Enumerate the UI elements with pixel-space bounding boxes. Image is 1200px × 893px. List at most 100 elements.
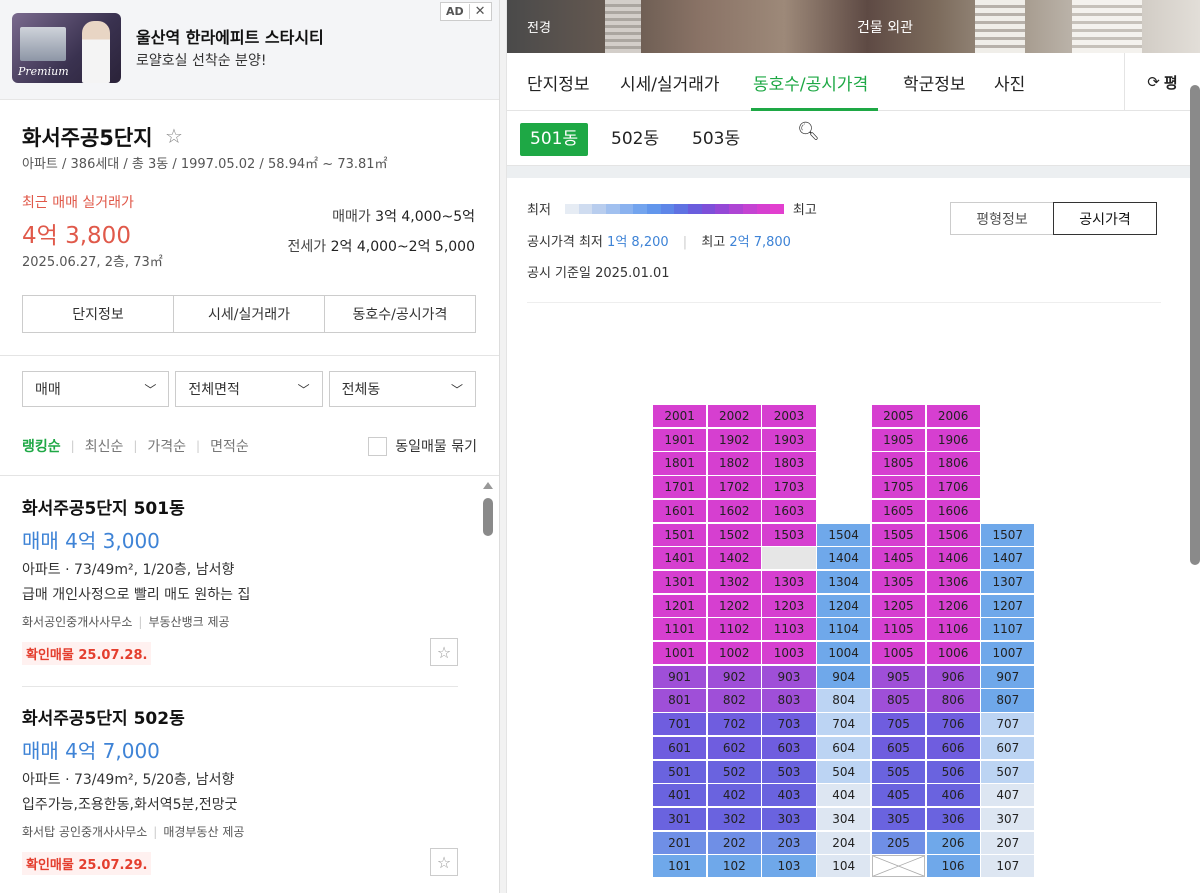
unit-cell-807[interactable]: 807 <box>981 689 1035 712</box>
sort-latest[interactable]: 최신순 <box>85 436 124 456</box>
unit-cell-1402[interactable]: 1402 <box>707 547 761 570</box>
unit-cell-1004[interactable]: 1004 <box>817 642 871 665</box>
unit-cell-1404[interactable]: 1404 <box>817 547 871 570</box>
unit-cell-405[interactable]: 405 <box>871 784 925 807</box>
unit-cell-1301[interactable]: 1301 <box>653 570 707 594</box>
unit-cell-1306[interactable]: 1306 <box>926 570 980 594</box>
unit-cell-703[interactable]: 703 <box>762 713 816 736</box>
unit-cell-1506[interactable]: 1506 <box>926 523 980 546</box>
unit-cell-1602[interactable]: 1602 <box>707 499 761 522</box>
unit-cell-206[interactable]: 206 <box>926 831 980 854</box>
ad-banner[interactable]: Premium 울산역 한라에피트 스타시티 로얄호실 선착순 분양! AD ✕ <box>0 0 499 100</box>
unit-cell-1801[interactable]: 1801 <box>653 452 707 475</box>
unit-cell-1505[interactable]: 1505 <box>871 523 925 546</box>
unit-cell-1203[interactable]: 1203 <box>762 594 816 617</box>
unit-cell-1701[interactable]: 1701 <box>653 476 707 499</box>
unit-cell-406[interactable]: 406 <box>926 784 980 807</box>
unit-cell-606[interactable]: 606 <box>926 736 980 759</box>
unit-cell-1603[interactable]: 1603 <box>762 499 816 522</box>
unit-cell-1201[interactable]: 1201 <box>653 594 707 617</box>
list-item[interactable]: 화서주공5단지 501동 매매 4억 3,000 아파트 · 73/49m², … <box>22 494 458 666</box>
unit-cell-1405[interactable]: 1405 <box>871 547 925 570</box>
unit-cell-1007[interactable]: 1007 <box>981 642 1035 665</box>
unit-cell-1805[interactable]: 1805 <box>871 452 925 475</box>
unit-cell-1503[interactable]: 1503 <box>762 523 816 546</box>
unit-cell-604[interactable]: 604 <box>817 736 871 759</box>
unit-cell-302[interactable]: 302 <box>707 807 761 831</box>
unit-cell-204[interactable]: 204 <box>817 831 871 854</box>
unit-cell-402[interactable]: 402 <box>707 784 761 807</box>
unit-cell-601[interactable]: 601 <box>653 736 707 759</box>
unit-cell-907[interactable]: 907 <box>981 665 1035 688</box>
unit-cell-707[interactable]: 707 <box>981 713 1035 736</box>
unit-cell-1906[interactable]: 1906 <box>926 428 980 451</box>
list-item[interactable]: 화서주공5단지 502동 매매 4억 7,000 아파트 · 73/49m², … <box>22 704 458 876</box>
unit-cell-904[interactable]: 904 <box>817 665 871 688</box>
area-dropdown[interactable]: 전체면적 ﹀ <box>175 371 323 407</box>
unit-cell-702[interactable]: 702 <box>707 713 761 736</box>
unit-cell-801[interactable]: 801 <box>653 689 707 712</box>
detail-scrollbar-thumb[interactable] <box>1190 85 1200 565</box>
ad-title[interactable]: 울산역 한라에피트 스타시티 <box>136 24 324 48</box>
unit-cell-306[interactable]: 306 <box>926 807 980 831</box>
unit-cell-501[interactable]: 501 <box>653 760 707 783</box>
unit-cell-505[interactable]: 505 <box>871 760 925 783</box>
unit-cell-805[interactable]: 805 <box>871 689 925 712</box>
unit-cell-1901[interactable]: 1901 <box>653 428 707 451</box>
unit-cell-403[interactable]: 403 <box>762 784 816 807</box>
unit-cell-1101[interactable]: 1101 <box>653 618 707 641</box>
agent-name[interactable]: 화서공인중개사사무소 <box>22 615 132 629</box>
unit-cell-906[interactable]: 906 <box>926 665 980 688</box>
trade-type-dropdown[interactable]: 매매 ﹀ <box>22 371 170 407</box>
unit-cell-1501[interactable]: 1501 <box>653 523 707 546</box>
group-same-listings[interactable]: 동일매물 묶기 <box>368 436 477 456</box>
unit-cell-304[interactable]: 304 <box>817 807 871 831</box>
tab-complex-info[interactable]: 단지정보 <box>23 296 174 332</box>
unit-cell-1903[interactable]: 1903 <box>762 428 816 451</box>
listing-scrollbar[interactable] <box>481 478 495 893</box>
unit-cell-503[interactable]: 503 <box>762 760 816 783</box>
unit-cell-1406[interactable]: 1406 <box>926 547 980 570</box>
unit-cell-1002[interactable]: 1002 <box>707 642 761 665</box>
unit-cell-407[interactable]: 407 <box>981 784 1035 807</box>
unit-cell-1507[interactable]: 1507 <box>981 523 1035 546</box>
tab-units-official-price[interactable]: 동호수/공시가격 <box>325 296 475 332</box>
unit-cell-1401[interactable]: 1401 <box>653 547 707 570</box>
unit-cell-701[interactable]: 701 <box>653 713 707 736</box>
unit-cell-1105[interactable]: 1105 <box>871 618 925 641</box>
unit-cell-704[interactable]: 704 <box>817 713 871 736</box>
scrollbar-thumb[interactable] <box>483 498 493 536</box>
unit-cell-1207[interactable]: 1207 <box>981 594 1035 617</box>
unit-cell-1702[interactable]: 1702 <box>707 476 761 499</box>
unit-cell-107[interactable]: 107 <box>981 855 1035 878</box>
unit-cell-1302[interactable]: 1302 <box>707 570 761 594</box>
unit-cell-1104[interactable]: 1104 <box>817 618 871 641</box>
unit-cell-605[interactable]: 605 <box>871 736 925 759</box>
unit-cell-1305[interactable]: 1305 <box>871 570 925 594</box>
unit-cell-1202[interactable]: 1202 <box>707 594 761 617</box>
ad-subtitle[interactable]: 로얄호실 선착순 분양! <box>136 50 266 70</box>
unit-cell-1204[interactable]: 1204 <box>817 594 871 617</box>
unit-cell-1206[interactable]: 1206 <box>926 594 980 617</box>
unit-cell-903[interactable]: 903 <box>762 665 816 688</box>
unit-cell-502[interactable]: 502 <box>707 760 761 783</box>
unit-cell-1205[interactable]: 1205 <box>871 594 925 617</box>
unit-cell-1407[interactable]: 1407 <box>981 547 1035 570</box>
close-icon[interactable]: ✕ <box>468 4 491 19</box>
dong-dropdown[interactable]: 전체동 ﹀ <box>328 371 476 407</box>
unit-cell-2005[interactable]: 2005 <box>871 405 925 428</box>
unit-cell-1606[interactable]: 1606 <box>926 499 980 522</box>
unit-cell-1003[interactable]: 1003 <box>762 642 816 665</box>
group-checkbox[interactable] <box>368 436 388 456</box>
unit-cell-2003[interactable]: 2003 <box>762 405 816 428</box>
listing-title[interactable]: 화서주공5단지 501동 <box>22 494 458 519</box>
sort-ranking[interactable]: 랭킹순 <box>22 436 61 456</box>
unit-cell-1304[interactable]: 1304 <box>817 570 871 594</box>
unit-cell-1705[interactable]: 1705 <box>871 476 925 499</box>
unit-cell-1703[interactable]: 1703 <box>762 476 816 499</box>
unit-cell-507[interactable]: 507 <box>981 760 1035 783</box>
unit-cell-706[interactable]: 706 <box>926 713 980 736</box>
unit-cell-101[interactable]: 101 <box>653 855 707 878</box>
unit-cell-1806[interactable]: 1806 <box>926 452 980 475</box>
unit-cell-404[interactable]: 404 <box>817 784 871 807</box>
